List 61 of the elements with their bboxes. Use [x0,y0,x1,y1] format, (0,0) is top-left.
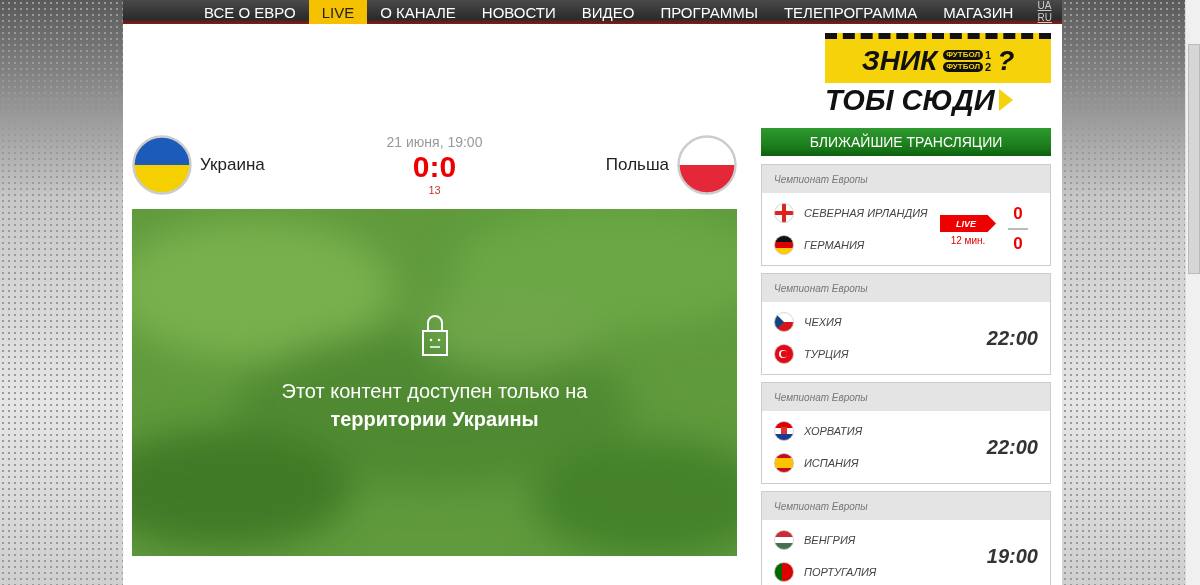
match-minute: 13 [428,184,441,196]
match-date: 21 июня, 19:00 [386,134,483,150]
section-header: БЛИЖАЙШИЕ ТРАНСЛЯЦИИ [761,128,1051,156]
team-name: ПОРТУГАЛИЯ [804,566,877,578]
tournament-name: Чемпионат Европы [774,391,868,403]
match-time: 22:00 [986,435,1038,459]
match-card[interactable]: Чемпионат Европы ВЕНГРИЯ ПОРТУГАЛИЯ 19:00 [761,491,1051,585]
team-name: ИСПАНИЯ [804,457,859,469]
team-name: ЧЕХИЯ [804,316,842,328]
channel-logo: ФУТБОЛ [943,50,984,60]
team-name: ХОРВАТИЯ [804,425,863,437]
team-name: ТУРЦИЯ [804,348,849,360]
match-card[interactable]: Чемпионат Европы ХОРВАТИЯ ИСПАНИЯ 22:00 [761,382,1051,484]
team-score: 0 [1013,234,1023,254]
team-name: ГЕРМАНИЯ [804,239,865,251]
scrollbar-thumb[interactable] [1188,44,1200,274]
flag-icon [774,344,794,364]
nav-tab[interactable]: ВИДЕО [568,0,648,24]
flag-icon [774,421,794,441]
team-name: Польша [605,155,669,175]
tournament-name: Чемпионат Европы [774,173,868,185]
channel-logo: ФУТБОЛ [943,62,984,72]
match-card[interactable]: Чемпионат Европы ЧЕХИЯ ТУРЦИЯ 22:00 [761,273,1051,375]
flag-icon [677,135,737,195]
flag-icon [774,453,794,473]
ad-text: ТОБІ СЮДИ [825,83,995,117]
flag-icon [774,203,794,223]
match-minute: 12 мин. [950,235,986,246]
channel-number: 2 [985,61,992,73]
nav-tab[interactable]: ПРОГРАММЫ [647,0,771,24]
lock-icon [420,312,449,357]
flag-icon [774,312,794,332]
nav-tab[interactable]: НОВОСТИ [468,0,569,24]
match-time: 19:00 [986,544,1038,568]
nav-tab[interactable]: LIVE [308,0,368,24]
ad-text: ? [997,45,1015,77]
match-card[interactable]: Чемпионат Европы СЕВЕРНАЯ ИРЛАНДИЯ ГЕРМАНИЯ LIVE 12 мин. 0 0 [761,164,1051,266]
scrollbar[interactable] [1185,0,1200,585]
flag-icon [132,135,192,195]
nav-tab[interactable]: ТЕЛЕПРОГРАММА [770,0,931,24]
match-time: 22:00 [986,326,1038,350]
language-link[interactable]: RU [1037,12,1052,24]
channel-number: 1 [985,49,992,61]
flag-icon [774,530,794,550]
team-name: Украина [200,155,265,175]
flag-icon [774,235,794,255]
nav-tab[interactable]: МАГАЗИН [930,0,1027,24]
team-score: 0 [1013,204,1023,224]
ad-text: ЗНИК [861,45,938,77]
match-score: 0:0 [412,150,457,184]
nav-tab[interactable]: О КАНАЛЕ [367,0,469,24]
play-arrow-icon [998,89,1013,111]
tournament-name: Чемпионат Европы [774,500,868,512]
tournament-name: Чемпионат Европы [774,282,868,294]
team-name: ВЕНГРИЯ [804,534,856,546]
team-name: СЕВЕРНАЯ ИРЛАНДИЯ [804,207,928,219]
flag-icon [774,562,794,582]
live-badge: LIVE [940,215,996,232]
language-link[interactable]: UA [1037,0,1052,12]
nav-tab[interactable]: ВСЕ О ЕВРО [191,0,309,24]
region-message: Этот контент доступен только на территории Украины [280,378,589,432]
